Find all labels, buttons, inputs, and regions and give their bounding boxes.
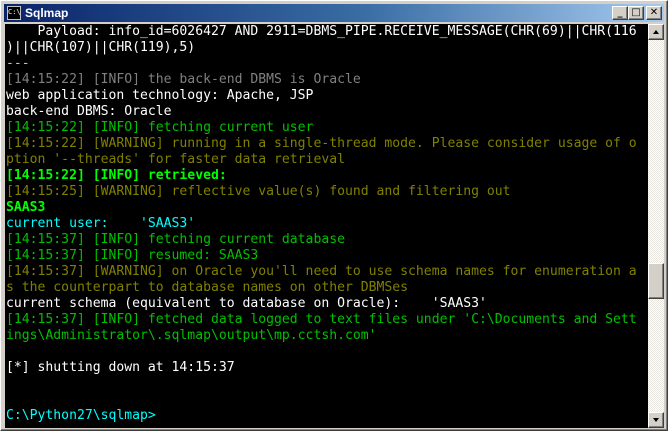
arrow-up-icon xyxy=(653,30,659,34)
console-line: )||CHR(107)||CHR(119),5) xyxy=(6,40,196,55)
console-line: ings\Administrator\.sqlmap\output\mp.cct… xyxy=(6,328,377,343)
console-line: [14:15:25] [WARNING] reflective value(s)… xyxy=(6,184,511,199)
scroll-up-button[interactable] xyxy=(648,24,664,40)
vertical-scrollbar[interactable] xyxy=(648,24,664,428)
console-app-icon[interactable]: C:\ xyxy=(7,6,21,20)
command-prompt: C:\Python27\sqlmap> xyxy=(6,408,156,423)
console-output[interactable]: Payload: info_id=6026427 AND 2911=DBMS_P… xyxy=(5,24,648,428)
console-window: C:\ Sqlmap _ □ ✕ Payload: info_id=602642… xyxy=(0,0,668,431)
window-controls: _ □ ✕ xyxy=(612,6,662,20)
console-line: current user: 'SAAS3' xyxy=(6,216,196,231)
close-button[interactable]: ✕ xyxy=(646,6,662,20)
console-line: Payload: info_id=6026427 AND 2911=DBMS_P… xyxy=(6,24,637,39)
console-line: --- xyxy=(6,56,30,71)
console-line: SAAS3 xyxy=(6,200,46,215)
console-line: [14:15:22] [INFO] the back-end DBMS is O… xyxy=(6,72,361,87)
console-line: [14:15:22] [WARNING] running in a single… xyxy=(6,136,637,151)
console-line: web application technology: Apache, JSP xyxy=(6,88,314,103)
console-line: [*] shutting down at 14:15:37 xyxy=(6,360,235,375)
arrow-down-icon xyxy=(653,418,659,422)
console-line: [14:15:22] [INFO] fetching current user xyxy=(6,120,314,135)
console-line: back-end DBMS: Oracle xyxy=(6,104,172,119)
scroll-down-button[interactable] xyxy=(648,412,664,428)
console-line: [14:15:37] [WARNING] on Oracle you'll ne… xyxy=(6,264,637,279)
console-line: ption '--threads' for faster data retrie… xyxy=(6,152,345,167)
window-title: Sqlmap xyxy=(25,6,69,20)
console-line: [14:15:37] [INFO] resumed: SAAS3 xyxy=(6,248,259,263)
maximize-button[interactable]: □ xyxy=(628,6,644,20)
console-line: [14:15:22] [INFO] retrieved: xyxy=(6,168,227,183)
console-line: [14:15:37] [INFO] fetching current datab… xyxy=(6,232,345,247)
console-line: current schema (equivalent to database o… xyxy=(6,296,487,311)
minimize-button[interactable]: _ xyxy=(612,6,628,20)
scrollbar-thumb[interactable] xyxy=(648,263,664,299)
console-line: [14:15:37] [INFO] fetched data logged to… xyxy=(6,312,637,327)
title-bar[interactable]: C:\ Sqlmap _ □ ✕ xyxy=(4,4,664,22)
console-line: s the counterpart to database names on o… xyxy=(6,280,409,295)
